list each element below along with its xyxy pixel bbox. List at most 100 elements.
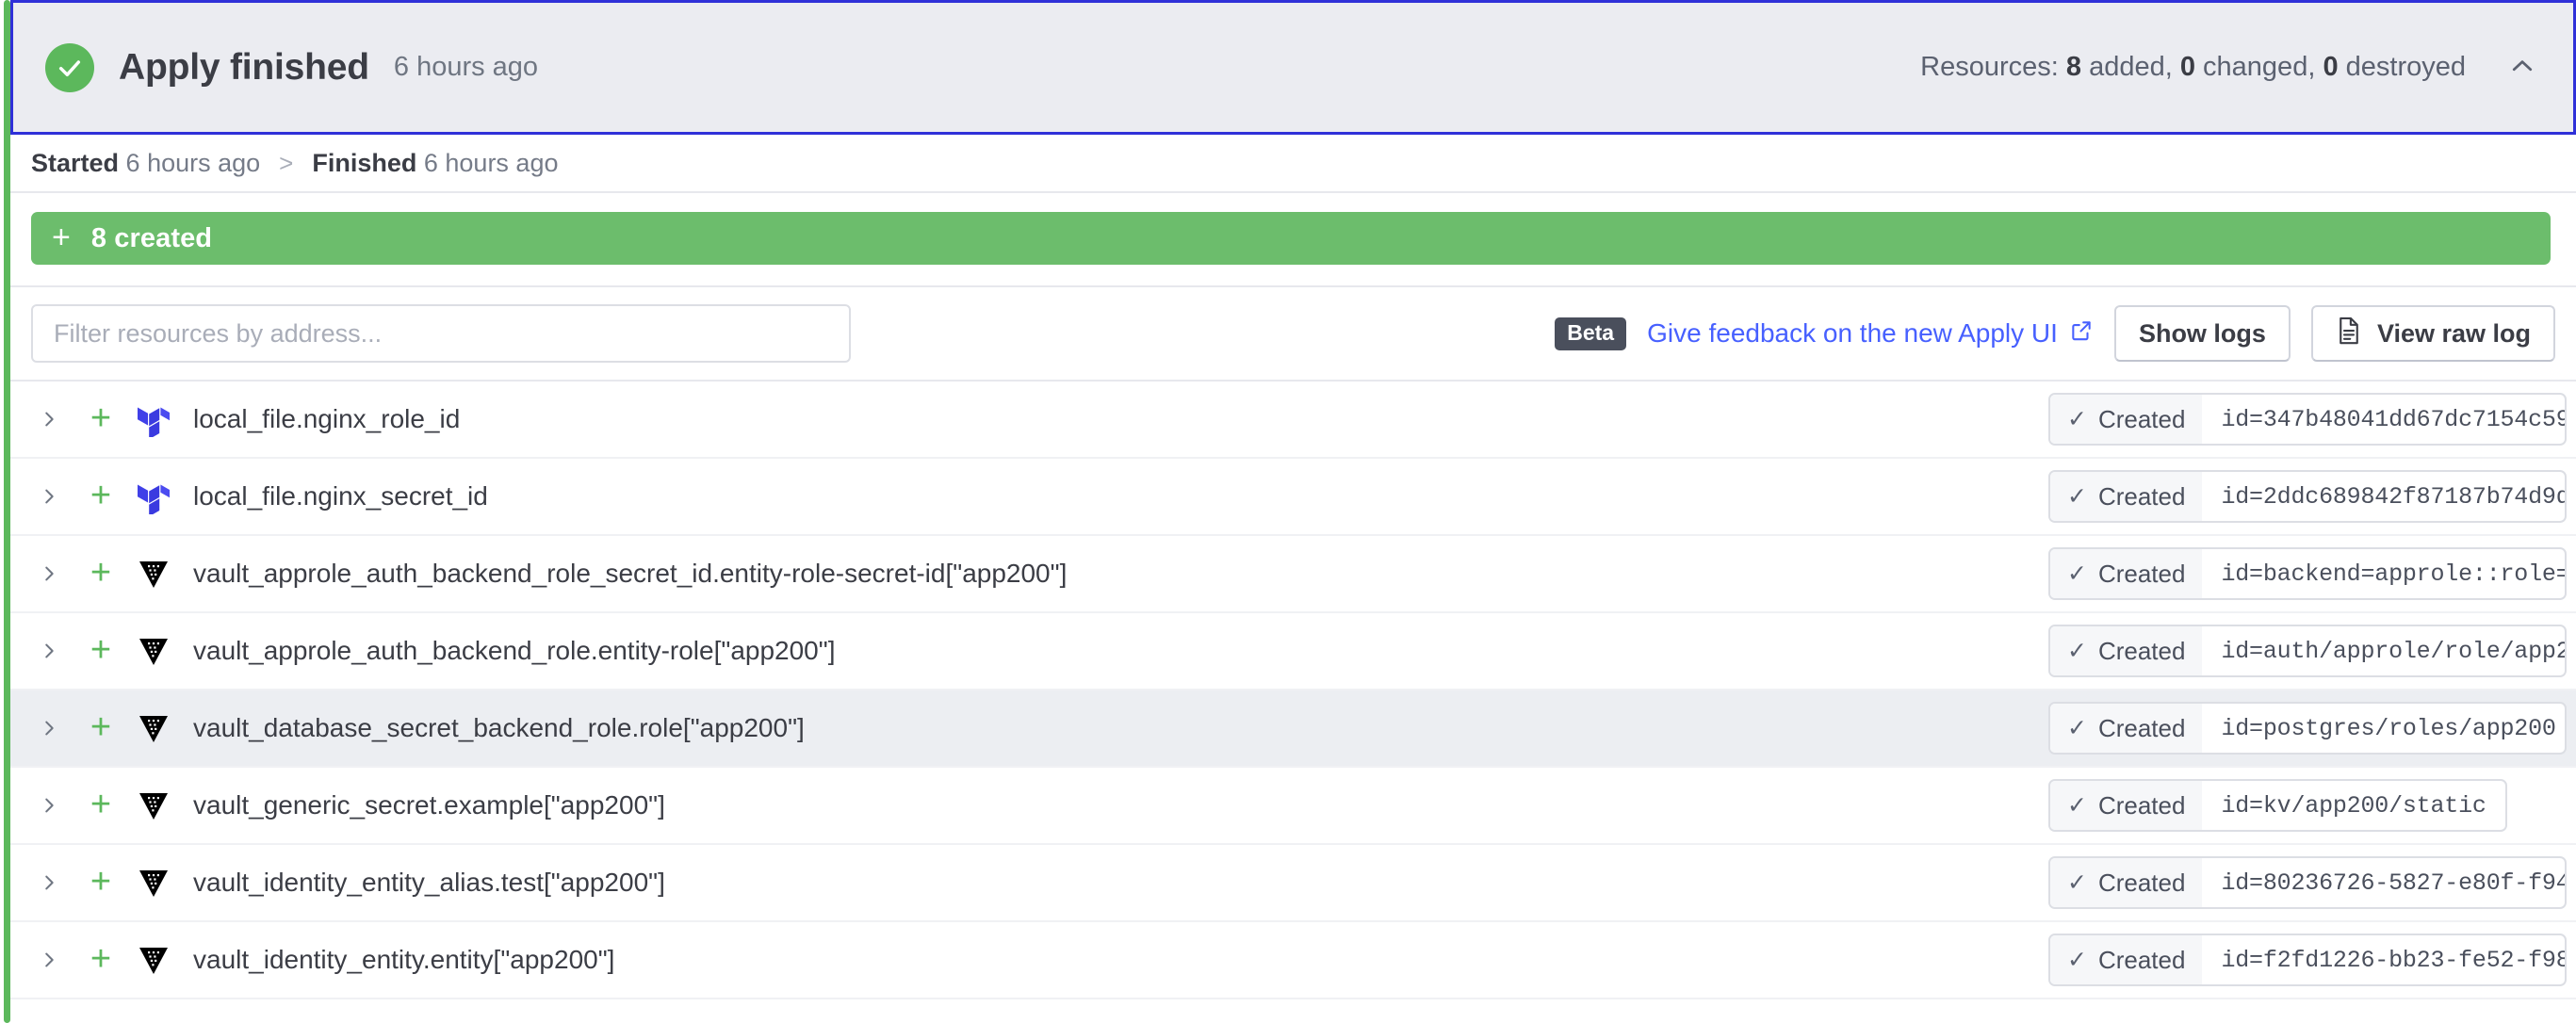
resources-toolbar: Beta Give feedback on the new Apply UI S… [10, 285, 2576, 382]
status-text: Created [2098, 560, 2186, 589]
timeline-separator-icon: > [279, 149, 293, 178]
page-title: Apply finished [119, 47, 369, 89]
resource-address: local_file.nginx_role_id [180, 404, 460, 434]
table-row[interactable]: +vault_generic_secret.example["app200"]✓… [10, 768, 2576, 845]
resources-added-label: added, [2089, 52, 2173, 82]
status-text: Created [2098, 869, 2186, 898]
resource-address: vault_generic_secret.example["app200"] [180, 790, 665, 820]
chevron-right-icon[interactable] [31, 872, 74, 893]
table-row[interactable]: +vault_identity_entity.entity["app200"]✓… [10, 922, 2576, 999]
status-badge[interactable]: ✓ Created id=80236726-5827-e80f-f94b-592c1… [2048, 856, 2567, 909]
plus-icon: + [74, 400, 127, 436]
resource-id: id=kv/app200/static [2202, 781, 2504, 830]
chevron-right-icon[interactable] [31, 486, 74, 507]
timeline-finished-label: Finished [312, 149, 416, 177]
created-summary-banner[interactable]: + 8 created [31, 212, 2551, 265]
resource-status-slot: ✓Createdid=postgres/roles/app200 [2048, 702, 2576, 755]
status-badge-label: ✓Created [2050, 704, 2202, 753]
timeline-finished: Finished 6 hours ago [312, 149, 558, 178]
check-icon: ✓ [2067, 562, 2087, 586]
status-badge[interactable]: ✓Createdid=auth/approle/role/app200 [2048, 625, 2567, 677]
check-icon: ✓ [2067, 949, 2087, 972]
status-badge-label: ✓ Created [2050, 935, 2202, 984]
resource-address: vault_database_secret_backend_role.role[… [180, 713, 805, 743]
show-logs-button[interactable]: Show logs [2114, 305, 2291, 362]
show-logs-label: Show logs [2139, 319, 2266, 349]
toolbar-actions: Beta Give feedback on the new Apply UI S… [1555, 305, 2555, 362]
resources-added-count: 8 [2066, 52, 2081, 82]
resources-destroyed-label: destroyed [2346, 52, 2466, 82]
vault-logo-icon [127, 634, 180, 668]
plus-icon: + [74, 787, 127, 822]
run-header[interactable]: Apply finished 6 hours ago Resources: 8 … [10, 0, 2576, 135]
resource-id: id=2ddc689842f87187b74d9d0767ea0cc5b8... [2202, 472, 2567, 521]
chevron-right-icon[interactable] [31, 795, 74, 816]
chevron-up-icon [2508, 52, 2536, 83]
give-feedback-link[interactable]: Give feedback on the new Apply UI [1647, 318, 2094, 349]
check-icon: ✓ [2067, 408, 2087, 431]
document-icon [2336, 317, 2362, 351]
status-badge[interactable]: ✓Createdid=backend=approle::role=app200:… [2048, 547, 2567, 600]
resource-status-slot: ✓Createdid=f2fd1226-bb23-fe52-f987-5ba4f… [2048, 934, 2576, 986]
status-text: Created [2098, 791, 2186, 820]
created-banner-container: + 8 created [10, 193, 2576, 285]
run-status-rail [4, 0, 10, 1023]
status-badge-label: ✓ Created [2050, 395, 2202, 444]
status-text: Created [2098, 405, 2186, 434]
plus-icon: + [74, 864, 127, 900]
table-row[interactable]: + vault_identity_entity_alias.test["app20… [10, 845, 2576, 922]
resource-status-slot: ✓ Created id=80236726-5827-e80f-f94b-592c1… [2048, 856, 2576, 909]
resource-id: id=347b48041dd67dc7154c5995dbfe9472ec... [2202, 395, 2567, 444]
resource-status-slot: ✓Createdid=2ddc689842f87187b74d9d0767ea0… [2048, 470, 2576, 523]
status-badge[interactable]: ✓Createdid=kv/app200/static [2048, 779, 2507, 832]
status-badge[interactable]: ✓Createdid=2ddc689842f87187b74d9d0767ea0… [2048, 470, 2567, 523]
status-badge[interactable]: ✓Createdid=f2fd1226-bb23-fe52-f987-5ba4f… [2048, 934, 2567, 986]
resources-summary-prefix: Resources: [1920, 52, 2059, 82]
plus-icon: + [52, 221, 71, 253]
resource-address: vault_identity_entity_alias.test["app200… [180, 868, 665, 898]
created-count-label: 8 created [91, 223, 212, 254]
chevron-right-icon[interactable] [31, 641, 74, 661]
status-badge-label: ✓Created [2050, 626, 2202, 675]
check-icon: ✓ [2067, 640, 2087, 663]
run-panel: Apply finished 6 hours ago Resources: 8 … [0, 0, 2576, 1023]
resource-status-slot: ✓Createdid=kv/app200/static [2048, 779, 2576, 832]
table-row[interactable]: + local_file.nginx_role_id ✓ Created id=347b… [10, 382, 2576, 459]
filter-resources-input[interactable] [31, 304, 851, 363]
status-badge[interactable]: ✓ Created id=347b48041dd67dc7154c5995dbfe9… [2048, 393, 2567, 446]
timeline-started-time: 6 hours ago [126, 149, 261, 177]
status-text: Created [2098, 946, 2186, 975]
terraform-logo-icon [127, 479, 180, 514]
table-row[interactable]: + vault_approle_auth_backend_role_secret_… [10, 536, 2576, 613]
beta-badge: Beta [1555, 317, 1626, 350]
check-icon: ✓ [2067, 871, 2087, 895]
run-timeline-breadcrumb: Started 6 hours ago > Finished 6 hours a… [10, 135, 2576, 193]
table-row[interactable]: +vault_database_secret_backend_role.role… [10, 690, 2576, 768]
resource-status-slot: ✓ Created id=347b48041dd67dc7154c5995dbfe9… [2048, 393, 2576, 446]
chevron-right-icon[interactable] [31, 563, 74, 584]
chevron-right-icon[interactable] [31, 409, 74, 430]
collapse-panel-button[interactable] [2503, 49, 2541, 87]
plus-icon: + [74, 555, 127, 591]
plus-icon: + [74, 478, 127, 513]
resource-address: local_file.nginx_secret_id [180, 481, 488, 512]
status-text: Created [2098, 714, 2186, 743]
table-row[interactable]: +vault_approle_auth_backend_role.entity-… [10, 613, 2576, 690]
table-row[interactable]: + local_file.nginx_secret_id ✓Createdid=2d… [10, 459, 2576, 536]
view-raw-log-button[interactable]: View raw log [2311, 305, 2555, 362]
resource-list: + local_file.nginx_role_id ✓ Created id=347b… [10, 382, 2576, 999]
plus-icon: + [74, 632, 127, 668]
resource-address: vault_approle_auth_backend_role_secret_i… [180, 559, 1067, 589]
chevron-right-icon[interactable] [31, 718, 74, 739]
vault-logo-icon [127, 557, 180, 591]
resource-id: id=postgres/roles/app200 [2202, 704, 2567, 753]
check-circle-icon [45, 43, 94, 92]
chevron-right-icon[interactable] [31, 950, 74, 970]
resources-changed-label: changed, [2203, 52, 2315, 82]
resource-id: id=80236726-5827-e80f-f94b-592c1c6ad6... [2202, 858, 2567, 907]
vault-logo-icon [127, 866, 180, 900]
status-badge[interactable]: ✓Createdid=postgres/roles/app200 [2048, 702, 2567, 755]
status-text: Created [2098, 482, 2186, 512]
resource-address: vault_identity_entity.entity["app200"] [180, 945, 614, 975]
resource-id: id=auth/approle/role/app200 [2202, 626, 2567, 675]
